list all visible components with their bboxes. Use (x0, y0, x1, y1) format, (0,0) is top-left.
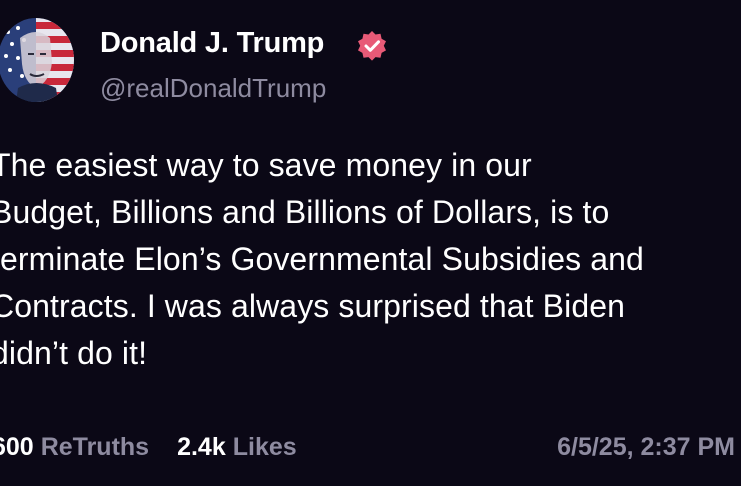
verified-check-icon (356, 30, 388, 62)
retruths-stat[interactable]: 600 ReTruths (0, 433, 149, 462)
post-timestamp[interactable]: 6/5/25, 2:37 PM (557, 433, 735, 462)
post-text: The easiest way to save money in our Bud… (0, 147, 644, 371)
avatar[interactable] (0, 18, 74, 102)
likes-stat[interactable]: 2.4k Likes (177, 433, 297, 462)
author-display-name[interactable]: Donald J. Trump (100, 27, 324, 60)
post-stats: 600 ReTruths 2.4k Likes (0, 433, 325, 462)
likes-label: Likes (232, 433, 297, 461)
post-card: Donald J. Trump @realDonaldTrump The eas… (0, 0, 741, 486)
retruths-label: ReTruths (40, 433, 150, 461)
likes-count: 2.4k (177, 433, 226, 461)
flag-portrait-avatar-icon (0, 18, 74, 102)
author-handle[interactable]: @realDonaldTrump (100, 73, 326, 104)
retruths-count: 600 (0, 433, 34, 461)
